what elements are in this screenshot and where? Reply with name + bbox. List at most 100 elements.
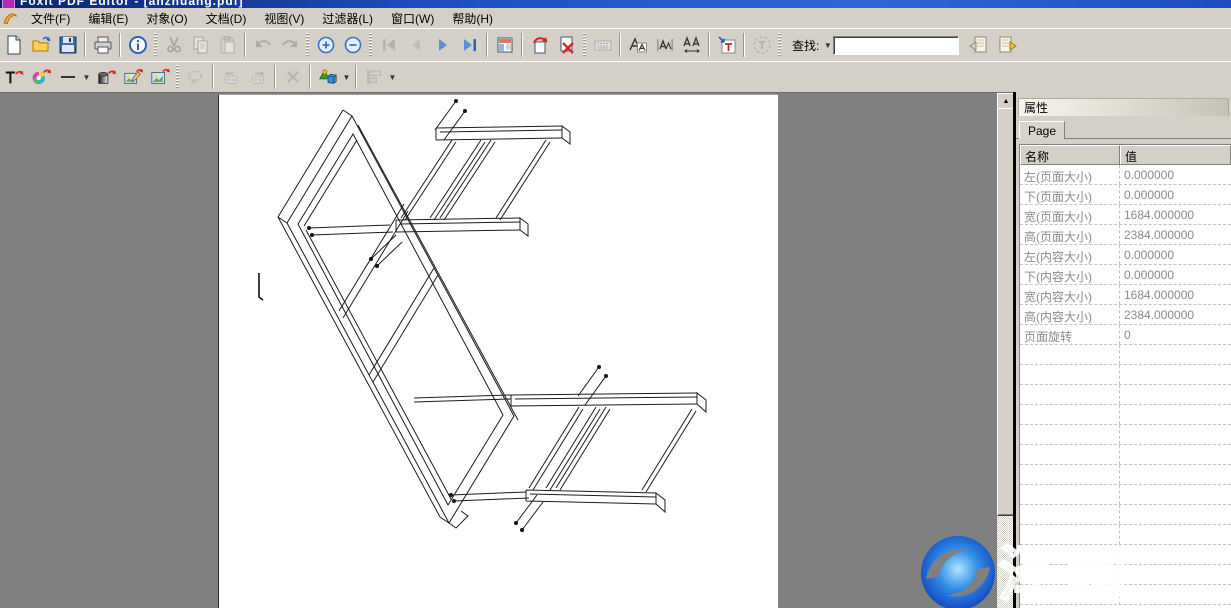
keyboard-input-button[interactable] (589, 32, 616, 58)
char-spacing-button[interactable] (651, 32, 678, 58)
property-row[interactable]: 宽(内容大小)1684.000000 (1020, 285, 1231, 305)
menu-item-3[interactable]: 对象(O) (137, 8, 196, 29)
column-header-name[interactable]: 名称 (1020, 145, 1120, 165)
toolbar-separator (119, 33, 121, 57)
property-row[interactable]: 左(内容大小)0.000000 (1020, 245, 1231, 265)
select-object-button[interactable] (182, 64, 209, 90)
edit-image-button[interactable] (119, 64, 146, 90)
find-dropdown-caret[interactable]: ▼ (822, 34, 833, 56)
insert-shape-button[interactable] (314, 64, 341, 90)
menu-item-2[interactable]: 编辑(E) (79, 8, 137, 29)
rotate-object-left-button[interactable] (217, 64, 244, 90)
insert-text-button[interactable] (713, 32, 740, 58)
line-style-button[interactable] (54, 64, 81, 90)
font-style-button[interactable] (624, 32, 651, 58)
property-name: 左(页面大小) (1020, 165, 1120, 184)
document-info-button[interactable] (124, 32, 151, 58)
toolbar-edit: ▼ ▼ ▼ (0, 61, 1231, 93)
property-name (1020, 445, 1120, 464)
property-value: 1684.000000 (1120, 285, 1231, 304)
cut-button[interactable] (160, 32, 187, 58)
last-page-button[interactable] (456, 32, 483, 58)
toolbar-separator (309, 65, 311, 89)
property-value (1120, 545, 1231, 564)
next-page-button[interactable] (429, 32, 456, 58)
print-button[interactable] (89, 32, 116, 58)
line-style-dropdown[interactable]: ▼ (81, 66, 92, 88)
property-value (1120, 385, 1231, 404)
first-page-button[interactable] (375, 32, 402, 58)
zoom-out-button[interactable] (339, 32, 366, 58)
toolbar-grip-handle[interactable] (154, 33, 157, 57)
toolbar-separator (244, 33, 246, 57)
add-color-button[interactable] (27, 64, 54, 90)
menu-item-1[interactable]: 文件(F) (22, 8, 79, 29)
editimage-icon (123, 67, 143, 87)
app-window-icon (2, 0, 15, 8)
property-row[interactable]: 宽(页面大小)1684.000000 (1020, 205, 1231, 225)
pagelayout-icon (495, 35, 515, 55)
menu-item-8[interactable]: 帮助(H) (443, 8, 502, 29)
open-file-button[interactable] (27, 32, 54, 58)
menu-item-6[interactable]: 过滤器(L) (313, 8, 382, 29)
previous-page-button[interactable] (402, 32, 429, 58)
new-document-button[interactable] (0, 32, 27, 58)
property-value: 2384.000000 (1120, 305, 1231, 324)
find-previous-button[interactable] (965, 33, 991, 57)
delete-object-button[interactable] (279, 64, 306, 90)
charspace-icon (655, 35, 675, 55)
toolbar-grip-handle[interactable] (778, 33, 781, 57)
menu-item-7[interactable]: 窗口(W) (382, 8, 443, 29)
rotatepage-icon (530, 35, 550, 55)
property-row[interactable]: 页面旋转0 (1020, 325, 1231, 345)
zoom-in-button[interactable] (312, 32, 339, 58)
property-row[interactable]: 下(页面大小)0.000000 (1020, 185, 1231, 205)
property-row[interactable]: 下(内容大小)0.000000 (1020, 265, 1231, 285)
shapes-icon (318, 67, 338, 87)
panel-title-bar: 属性 (1018, 98, 1229, 116)
text-mode-button[interactable] (748, 32, 775, 58)
delete-page-button[interactable] (553, 32, 580, 58)
align-objects-button[interactable] (360, 64, 387, 90)
paste-button[interactable] (214, 32, 241, 58)
vertical-scrollbar[interactable]: ▲ (997, 93, 1013, 608)
copy-button[interactable] (187, 32, 214, 58)
delobj-icon (283, 67, 303, 87)
tab-page[interactable]: Page (1019, 121, 1065, 139)
toolbar-grip-handle[interactable] (369, 33, 372, 57)
page-layout-button[interactable] (491, 32, 518, 58)
insert-shape-dropdown[interactable]: ▼ (341, 66, 352, 88)
rotate-page-button[interactable] (526, 32, 553, 58)
rotate-object-right-button[interactable] (244, 64, 271, 90)
property-row[interactable]: 高(内容大小)2384.000000 (1020, 305, 1231, 325)
toolbar-grip-handle[interactable] (306, 33, 309, 57)
add-shading-button[interactable] (92, 64, 119, 90)
redo-button[interactable] (276, 32, 303, 58)
inserttext-icon (717, 35, 737, 55)
find-input[interactable] (833, 36, 959, 55)
toolbar-grip-handle[interactable] (176, 65, 179, 89)
pdf-page[interactable] (218, 94, 778, 608)
property-row[interactable]: 高(页面大小)2384.000000 (1020, 225, 1231, 245)
undo-icon (253, 35, 273, 55)
lasso-icon (186, 67, 206, 87)
undo-button[interactable] (249, 32, 276, 58)
menu-item-5[interactable]: 视图(V) (255, 8, 313, 29)
wordspace-icon (682, 35, 702, 55)
property-value: 0.000000 (1120, 245, 1231, 264)
find-next-button[interactable] (995, 33, 1021, 57)
menu-item-4[interactable]: 文档(D) (197, 8, 256, 29)
column-header-value[interactable]: 值 (1120, 145, 1231, 165)
add-text-button[interactable] (0, 64, 27, 90)
align-objects-dropdown[interactable]: ▼ (387, 66, 398, 88)
fonttype-icon (628, 35, 648, 55)
save-file-button[interactable] (54, 32, 81, 58)
toolbar-grip-handle[interactable] (583, 33, 586, 57)
word-spacing-button[interactable] (678, 32, 705, 58)
replace-image-button[interactable] (146, 64, 173, 90)
property-row-empty (1020, 365, 1231, 385)
text-caret (259, 273, 263, 300)
property-name: 宽(页面大小) (1020, 205, 1120, 224)
document-canvas[interactable]: ▲ (0, 92, 1014, 608)
property-row[interactable]: 左(页面大小)0.000000 (1020, 165, 1231, 185)
